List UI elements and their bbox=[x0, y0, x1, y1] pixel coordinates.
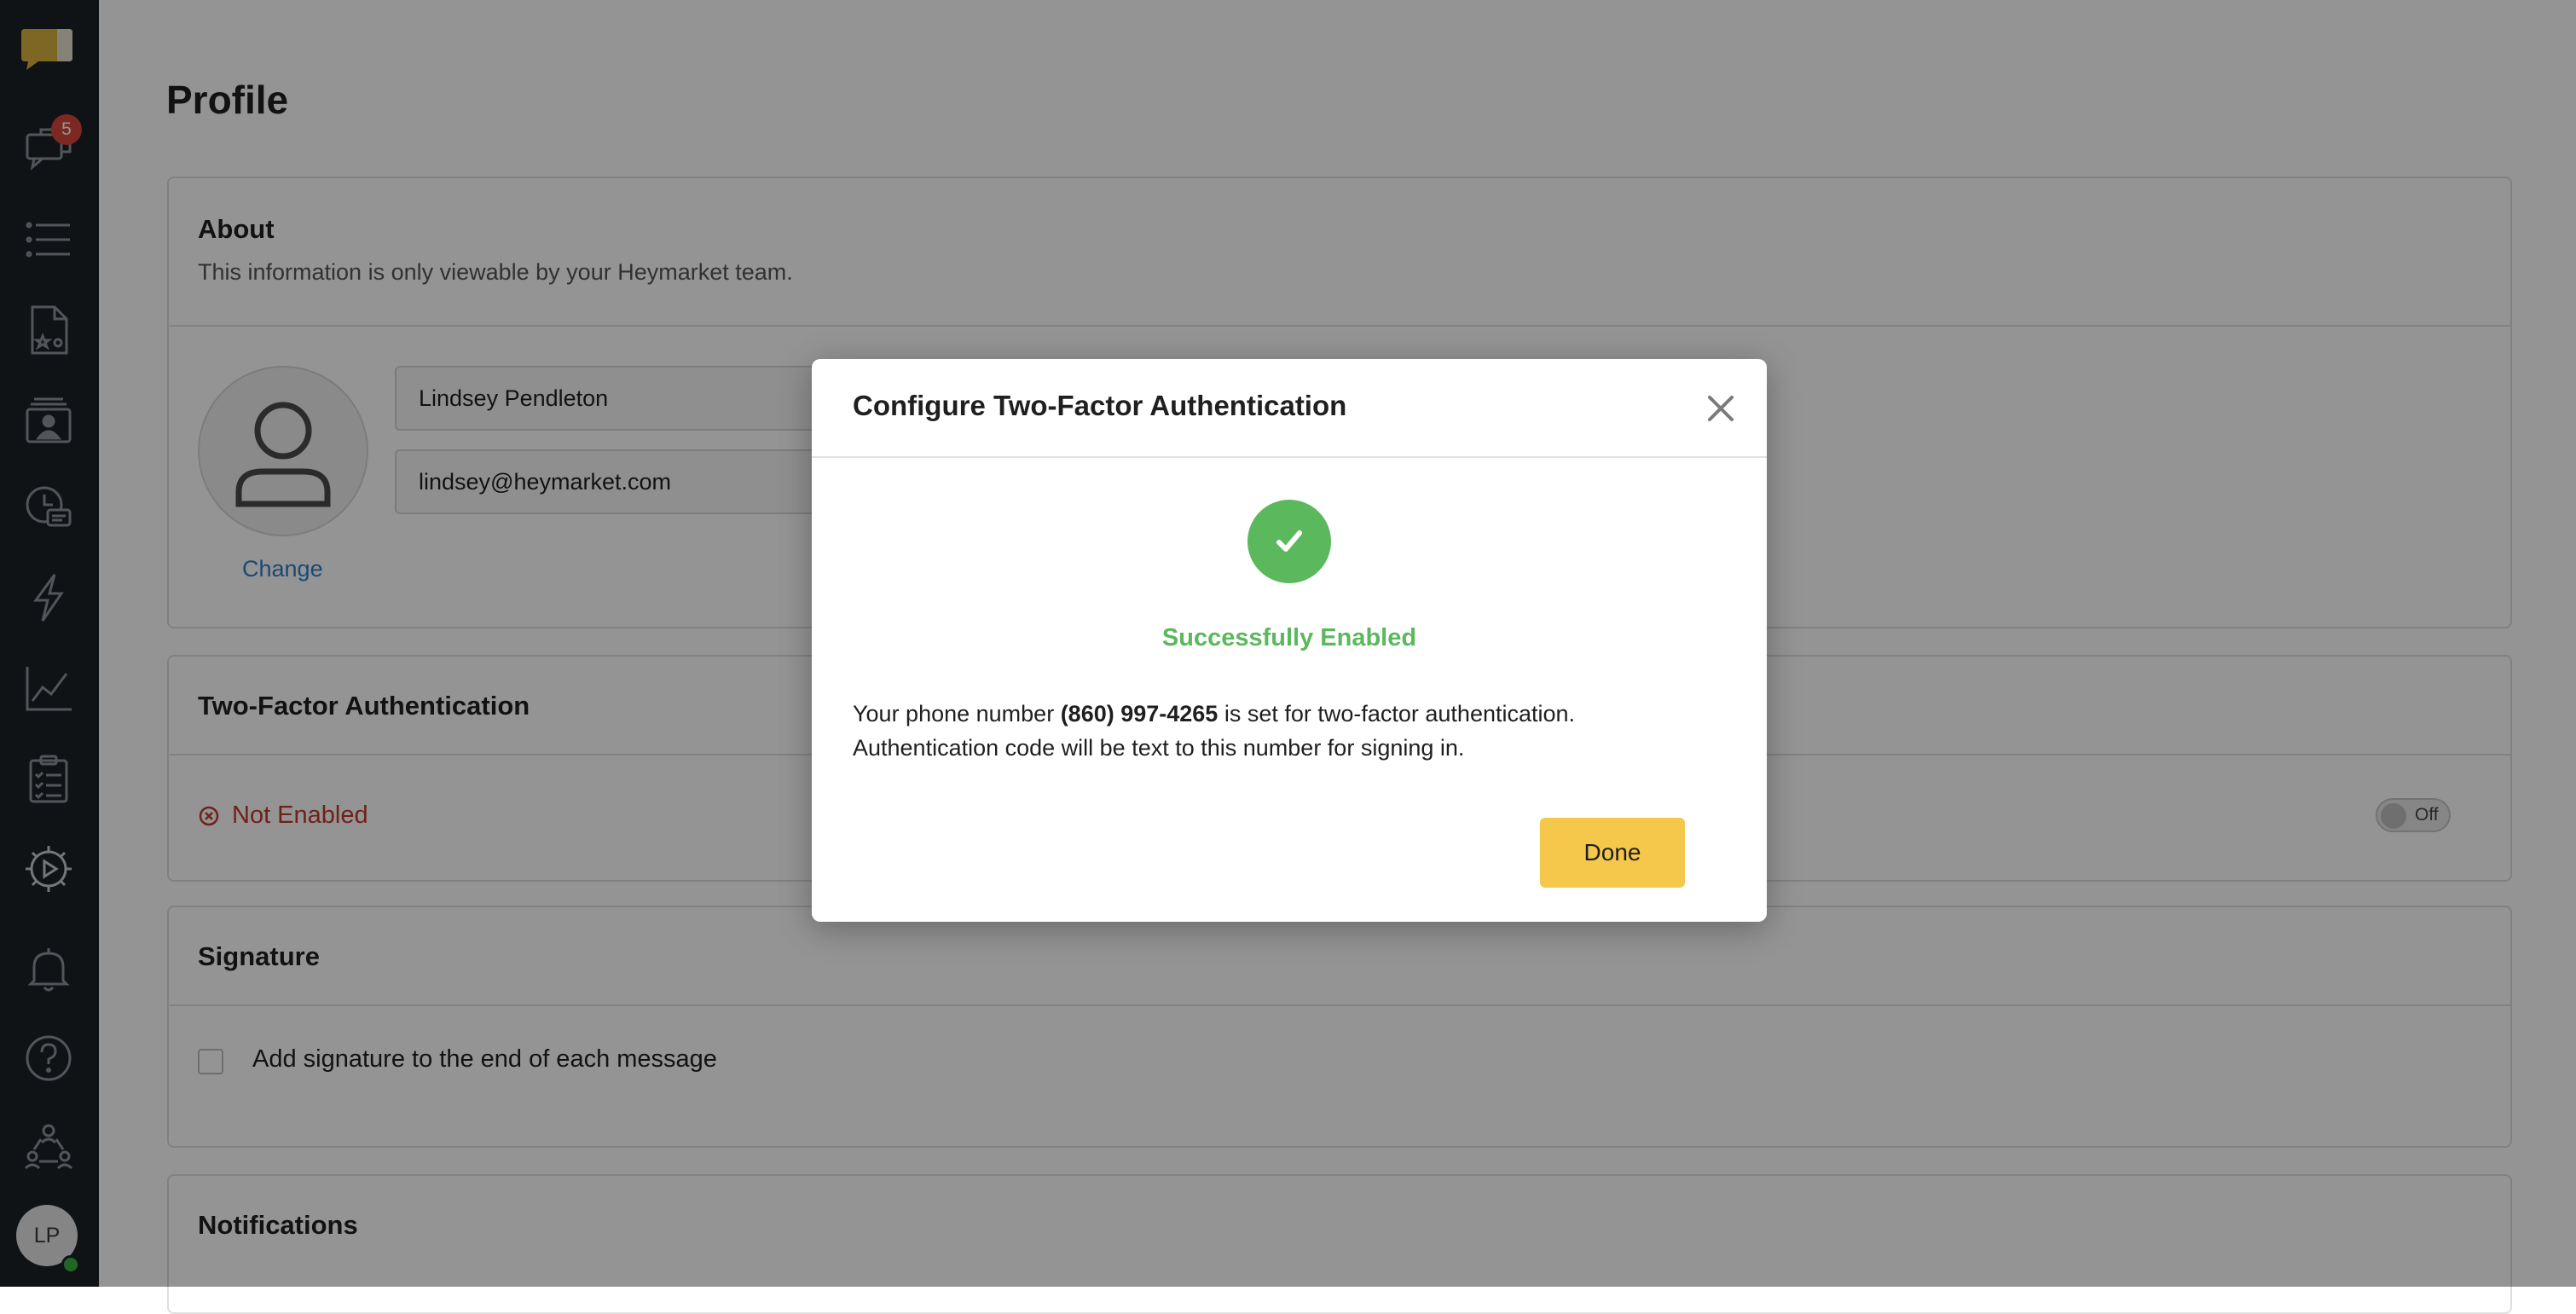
success-message: Successfully Enabled bbox=[1161, 624, 1417, 651]
close-icon[interactable] bbox=[1702, 390, 1740, 427]
body-suffix: is set for two-factor authentication. bbox=[1218, 701, 1576, 726]
modal-title: Configure Two-Factor Authentication bbox=[853, 390, 1347, 421]
modal-header: Configure Two-Factor Authentication bbox=[812, 359, 1767, 458]
modal-body-line-2: Authentication code will be text to this… bbox=[853, 735, 1465, 761]
two-factor-modal: Configure Two-Factor Authentication Succ… bbox=[812, 359, 1767, 922]
phone-number: (860) 997-4265 bbox=[1060, 701, 1219, 726]
done-button[interactable]: Done bbox=[1540, 818, 1685, 888]
modal-body: Your phone number (860) 997-4265 is set … bbox=[853, 697, 1731, 765]
body-prefix: Your phone number bbox=[853, 701, 1061, 726]
success-check-icon bbox=[1247, 500, 1331, 583]
modal-body-line-1: Your phone number (860) 997-4265 is set … bbox=[853, 697, 1731, 731]
